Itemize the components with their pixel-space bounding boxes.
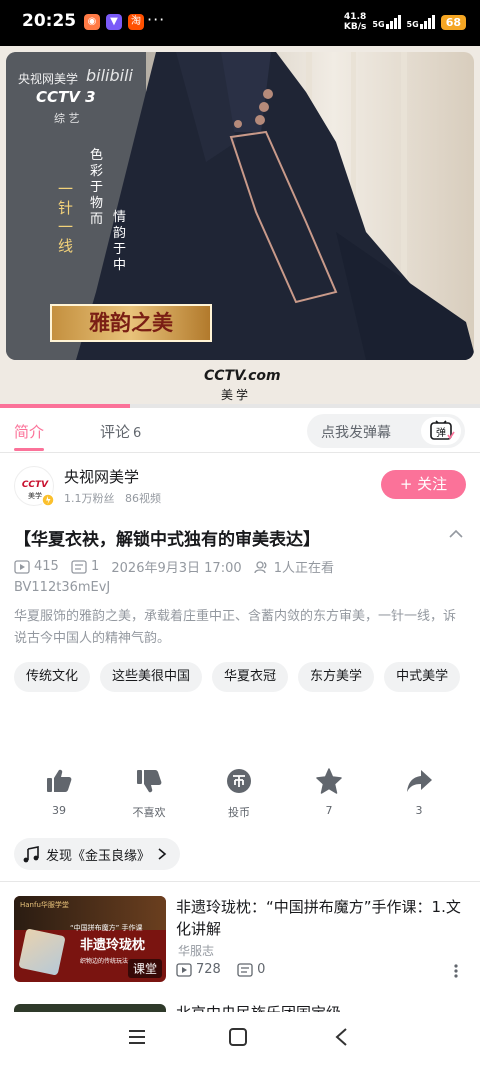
active-tab-indicator — [14, 448, 44, 451]
section-divider — [0, 881, 480, 882]
thumbnail-caption: 织物边的传统玩法 — [80, 958, 129, 965]
battery-icon: 68 — [440, 14, 466, 30]
follow-button[interactable]: + 关注 — [381, 470, 466, 499]
thumbnail-cube-image — [18, 928, 66, 976]
related-video-author[interactable]: 华服志 — [178, 942, 214, 959]
watermark-channel: 央视网美学 — [18, 72, 79, 86]
video-title: 【华夏衣袂，解锁中式独有的审美表达】 — [14, 530, 320, 550]
danmaku-toggle-button[interactable]: 弹 — [421, 417, 461, 445]
video-caption-vertical: 色彩于物而 — [90, 148, 104, 227]
music-discover-chip[interactable]: 发现《金玉良缘》 — [14, 838, 181, 870]
tag-chip[interactable]: 这些美很中国 — [100, 662, 203, 692]
tab-comments[interactable]: 评论 6 — [100, 421, 141, 442]
menu-icon[interactable] — [127, 1027, 147, 1047]
video-player[interactable]: 央视网美学 bilibili CCTV 3 综 艺 一针一线 色彩于物而 情韵于… — [0, 46, 480, 406]
uploader-name[interactable]: 央视网美学 — [64, 466, 139, 487]
svg-text:CCTV: CCTV — [22, 480, 49, 490]
related-video-title[interactable]: 非遗玲珑枕：“中国拼布魔方”手作课：1.文化讲解 — [176, 896, 468, 940]
tag-chip[interactable]: 传统文化 — [14, 662, 91, 692]
play-count-icon — [176, 962, 192, 977]
coin-button[interactable]: 投币 — [204, 768, 274, 820]
channel-subtitle: 综 艺 — [54, 112, 80, 125]
danmaku-input[interactable]: 点我发弹幕 — [321, 422, 391, 442]
collapse-chevron-icon[interactable] — [447, 526, 465, 544]
signal-icon: 5G — [372, 15, 401, 29]
uploader-avatar[interactable]: CCTV 美学 — [14, 466, 55, 507]
danmaku-count-icon — [237, 962, 253, 977]
notification-app-icon: ▼ — [106, 14, 122, 30]
chevron-right-icon — [158, 848, 167, 860]
thumbnail-brand-text: Hanfu华服学堂 — [20, 901, 69, 909]
video-caption-vertical: 情韵于中 — [113, 210, 127, 273]
thumbnail-title: 非遗玲珑枕 — [80, 938, 146, 953]
tag-chip[interactable]: 东方美学 — [298, 662, 375, 692]
back-icon[interactable] — [332, 1027, 352, 1047]
detail-tabs: 简介 评论 6 点我发弹幕 弹 — [0, 408, 480, 453]
cctv-com-subtitle: 美学 — [221, 388, 252, 402]
status-app-icons: ◉ ▼ 淘 — [84, 14, 144, 30]
share-button[interactable]: 3 — [384, 768, 454, 817]
cctv-avatar-logo: CCTV 美学 — [22, 480, 55, 507]
watching-count: 1人正在看 — [273, 561, 335, 576]
publish-date: 2026年9月3日 17:00 — [111, 561, 242, 576]
system-navigation-bar — [0, 1012, 480, 1067]
svg-text:美学: 美学 — [28, 491, 42, 500]
status-bar: 20:25 ◉ ▼ 淘 ··· 41.8 KB/s 5G 5G 68 — [0, 0, 480, 46]
like-button[interactable]: 39 — [24, 768, 94, 817]
viewers-icon — [254, 560, 267, 573]
video-description: 华夏服饰的雅韵之美，承载着庄重中正、含蓄内敛的东方审美，一针一线，诉说古今中国人… — [14, 609, 457, 646]
tab-intro[interactable]: 简介 — [14, 421, 44, 442]
course-badge: 课堂 — [127, 959, 162, 978]
video-meta: 415 1 2026年9月3日 17:00 1人正在看 — [14, 557, 334, 576]
music-note-icon — [23, 846, 39, 863]
share-icon — [407, 770, 432, 792]
thumbs-up-icon — [47, 769, 72, 792]
signal-icon: 5G — [407, 15, 435, 29]
uploader-stats: 1.1万粉丝 86视频 — [64, 492, 161, 505]
danmaku-icon: 弹 — [430, 420, 455, 440]
star-icon — [316, 768, 342, 794]
tag-chip[interactable]: 中式美学 — [384, 662, 461, 692]
svg-text:弹: 弹 — [436, 426, 446, 439]
network-speed: 41.8 KB/s — [343, 12, 367, 32]
cctv-com-logo: CCTV.com — [204, 368, 281, 384]
dislike-button[interactable]: 不喜欢 — [114, 768, 184, 820]
video-bvid[interactable]: BV112t36mEvJ — [14, 580, 110, 595]
video-frame[interactable]: 央视网美学 bilibili CCTV 3 综 艺 一针一线 色彩于物而 情韵于… — [6, 52, 474, 360]
thumbnail-subtitle: “中国拼布魔方” 手作课 — [70, 924, 143, 932]
status-time: 20:25 — [22, 11, 77, 31]
tag-chip[interactable]: 华夏衣冠 — [212, 662, 289, 692]
coin-icon — [227, 769, 251, 793]
related-video-stats: 728 0 — [176, 962, 265, 977]
taobao-icon: 淘 — [128, 14, 144, 30]
action-bar: 39 不喜欢 投币 7 3 — [0, 768, 480, 824]
danmaku-bar: 点我发弹幕 弹 — [307, 414, 465, 448]
related-video-thumbnail[interactable]: Hanfu华服学堂 “中国拼布魔方” 手作课 非遗玲珑枕 织物边的传统玩法 课堂 — [14, 896, 166, 982]
tag-list: 传统文化 这些美很中国 华夏衣冠 东方美学 中式美学 — [14, 662, 470, 692]
favorite-button[interactable]: 7 — [294, 768, 364, 817]
video-banner: 雅韵之美 — [50, 304, 212, 342]
more-notifications-icon: ··· — [147, 10, 166, 29]
cctv-logo: CCTV 3 — [36, 88, 96, 106]
home-icon[interactable] — [228, 1027, 248, 1047]
bilibili-watermark: bilibili — [86, 66, 133, 85]
more-options-icon[interactable] — [452, 963, 460, 979]
play-count-icon — [14, 559, 30, 574]
thumbs-down-icon — [137, 770, 162, 793]
notification-app-icon: ◉ — [84, 14, 100, 30]
video-caption-vertical: 一针一线 — [58, 180, 74, 255]
danmaku-count-icon — [71, 559, 87, 574]
